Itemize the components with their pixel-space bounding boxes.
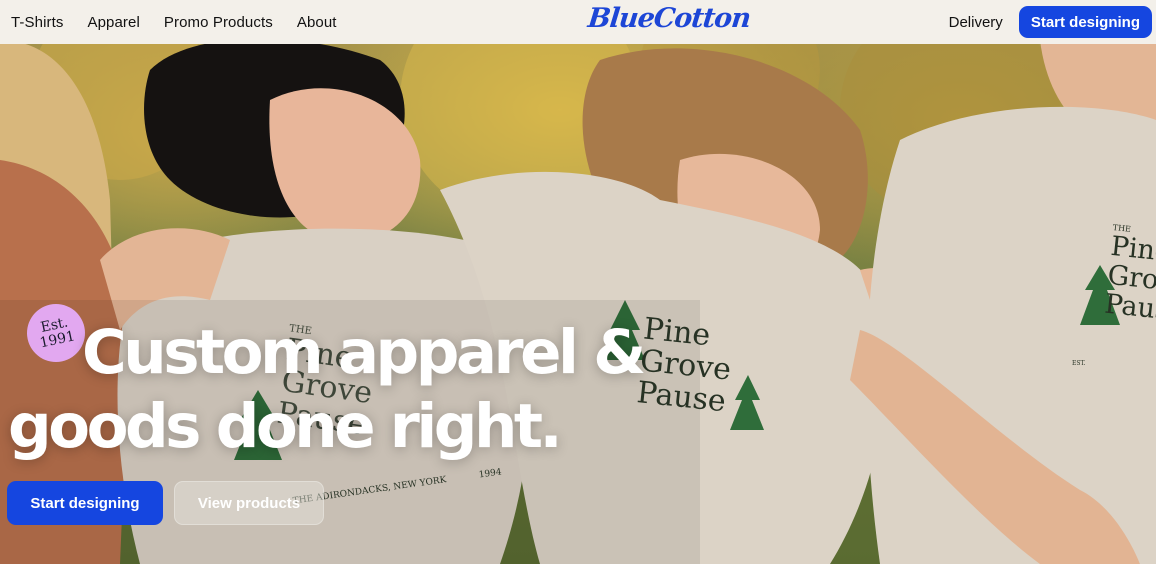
hero-cta-row: Start designing View products: [7, 481, 324, 525]
nav-tshirts[interactable]: T-Shirts: [11, 14, 63, 31]
headline-line-1: Custom apparel &: [82, 317, 646, 388]
nav-delivery[interactable]: Delivery: [949, 14, 1003, 31]
shirt-print-text-right: THE Pine Grove Pause: [1103, 223, 1156, 328]
hero-photo: Pine Grove Pause THE Pine Grove Pause TH…: [0, 0, 1156, 564]
bluecotton-logo[interactable]: BlueCotton: [586, 3, 751, 34]
top-navigation: T-Shirts Apparel Promo Products About Bl…: [0, 0, 1156, 44]
primary-nav: T-Shirts Apparel Promo Products About: [11, 14, 361, 31]
hero-photo-illustration: [0, 0, 1156, 564]
secondary-nav: Delivery Start designing: [949, 0, 1152, 44]
nav-about[interactable]: About: [297, 14, 337, 31]
start-designing-nav-button[interactable]: Start designing: [1018, 6, 1152, 38]
hero-headline: Custom apparel & goods done right.: [8, 316, 646, 464]
view-products-button[interactable]: View products: [174, 481, 324, 525]
shirt-print-est-right: EST.: [1072, 360, 1086, 367]
nav-apparel[interactable]: Apparel: [87, 14, 139, 31]
print-est-right: EST.: [1072, 360, 1086, 367]
start-designing-button[interactable]: Start designing: [7, 481, 163, 525]
headline-line-2: goods done right.: [8, 391, 563, 462]
shirt-print-text-center: Pine Grove Pause: [635, 312, 736, 420]
nav-promo-products[interactable]: Promo Products: [164, 14, 273, 31]
